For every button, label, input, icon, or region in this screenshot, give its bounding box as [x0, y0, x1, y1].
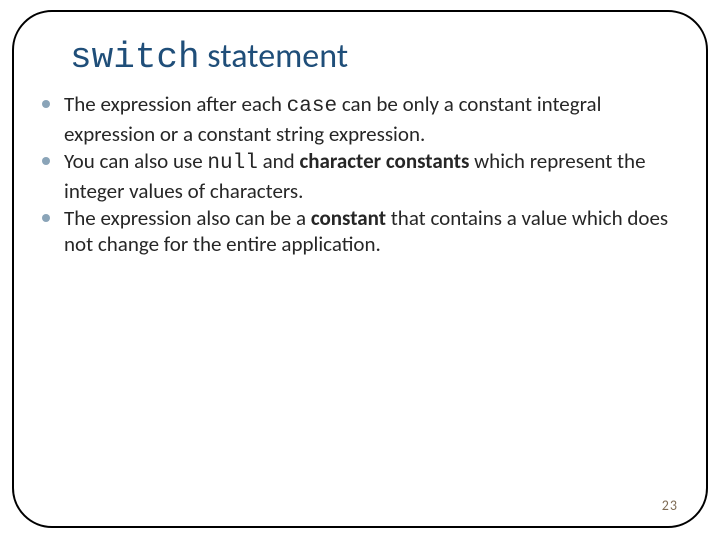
list-item: The expression after each case can be on…: [42, 91, 670, 147]
list-item: The expression also can be a constant th…: [42, 205, 670, 258]
bullet-text: The expression after each case can be on…: [64, 91, 601, 146]
text-run: The expression also can be a: [64, 205, 311, 231]
bullet-text: The expression also can be a constant th…: [64, 205, 668, 257]
slide: switch statement The expression after ea…: [0, 0, 720, 540]
slide-frame: switch statement The expression after ea…: [12, 10, 708, 528]
list-item: You can also use null and character cons…: [42, 148, 670, 204]
bullet-text: You can also use null and character cons…: [64, 148, 646, 203]
title-code: switch: [70, 37, 200, 78]
page-number: 23: [662, 497, 678, 514]
bullet-icon: [42, 100, 50, 108]
text-run: You can also use: [64, 148, 207, 174]
text-run: constant: [311, 205, 386, 231]
text-run: character constants: [299, 148, 469, 174]
title-rest: statement: [200, 36, 349, 77]
text-run: The expression after each: [64, 91, 287, 117]
text-run: null: [207, 152, 257, 175]
bullet-icon: [42, 214, 50, 222]
bullet-icon: [42, 157, 50, 165]
bullet-list: The expression after each case can be on…: [42, 91, 678, 258]
text-run: and: [258, 148, 300, 174]
text-run: case: [287, 95, 337, 118]
slide-title: switch statement: [70, 36, 678, 79]
